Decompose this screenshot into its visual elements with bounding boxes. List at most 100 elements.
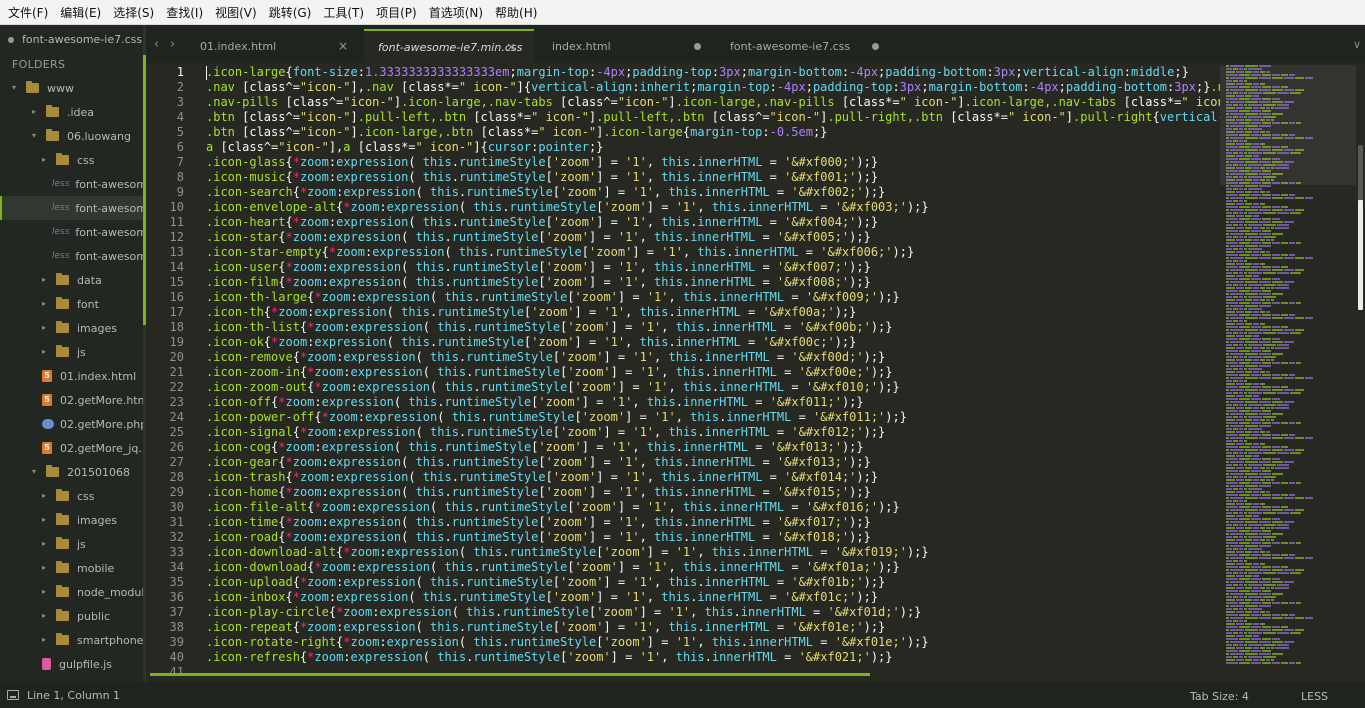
disclosure-arrow-icon[interactable]: ▸ [42,588,50,596]
folder-item[interactable]: ▸ js [0,340,146,364]
horizontal-scrollbar[interactable] [150,673,870,676]
disclosure-arrow-icon[interactable]: ▸ [42,540,50,548]
folder-item[interactable]: ▸ js [0,532,146,556]
minimap-line [1248,68,1262,70]
disclosure-arrow-icon[interactable]: ▸ [42,348,50,356]
tab-size-indicator[interactable]: Tab Size: 4 [1190,690,1249,703]
minimap-line [1253,503,1259,505]
menu-item[interactable]: 查找(I) [160,0,209,25]
disclosure-arrow-icon[interactable]: ▾ [32,468,40,476]
disclosure-arrow-icon[interactable]: ▸ [42,612,50,620]
folder-item[interactable]: ▸ smartphone [0,628,146,652]
minimap-line [1263,452,1276,454]
minimap-line [1226,491,1235,493]
chevron-down-icon[interactable]: ∨ [1353,38,1361,51]
folder-item[interactable]: ▸ mobile [0,556,146,580]
tab-font-awesome-ie7-css[interactable]: font-awesome-ie7.css [716,29,891,63]
close-icon[interactable]: × [338,39,348,53]
folder-item[interactable]: ▸ data [0,268,146,292]
chevron-right-icon[interactable]: › [170,37,175,52]
disclosure-arrow-icon[interactable]: ▸ [42,516,50,524]
minimap-line [1259,509,1271,511]
code-editor[interactable]: .icon-large{font-size:1.3333333333333333… [206,65,1220,673]
minimap-line [1226,245,1229,247]
file-item[interactable]: gulpfile.js [0,652,146,676]
file-item[interactable]: 5 01.index.html [0,364,146,388]
minimap-line [1226,314,1238,316]
folder-item[interactable]: ▸ images [0,508,146,532]
tab-01-index-html[interactable]: 01.index.html × [186,29,366,63]
minimap-line [1226,71,1235,73]
sidebar-scroll-thumb[interactable] [143,55,146,325]
menu-item[interactable]: 视图(V) [209,0,263,25]
folder-item[interactable]: ▾ 201501068 [0,460,146,484]
file-item[interactable]: less font-awesom [0,220,146,244]
folder-item[interactable]: ▸ public [0,604,146,628]
minimap-line [1245,605,1258,607]
folder-item[interactable]: ▾ www [0,76,146,100]
minimap-line [1262,254,1271,256]
tree-item-label: font [77,297,99,311]
scroll-thumb-highlight[interactable] [1358,200,1363,310]
minimap-line [1226,389,1229,391]
minimap-line [1245,347,1252,349]
disclosure-arrow-icon[interactable]: ▸ [32,108,40,116]
folder-item[interactable]: ▸ node_modules [0,580,146,604]
menu-item[interactable]: 文件(F) [2,0,54,25]
disclosure-arrow-icon[interactable]: ▾ [32,132,40,140]
file-item[interactable]: less font-awesom [0,172,146,196]
disclosure-arrow-icon[interactable]: ▸ [42,636,50,644]
minimap-line [1259,569,1271,571]
minimap-line [1226,155,1235,157]
minimap-line [1290,92,1301,94]
menu-item[interactable]: 编辑(E) [54,0,107,25]
minimap-line [1244,272,1247,274]
disclosure-arrow-icon[interactable]: ▸ [42,564,50,572]
menu-item[interactable]: 首选项(N) [423,0,489,25]
minimap-line [1248,152,1262,154]
tab-font-awesome-ie7-min-css[interactable]: font-awesome-ie7.min.css × [364,29,534,63]
file-item[interactable]: 02.getMore.php [0,412,146,436]
minimap-line [1245,227,1252,229]
sidebar-scrollbar[interactable] [143,25,146,682]
folder-item[interactable]: ▾ 06.luowang [0,124,146,148]
minimap-line [1277,524,1289,526]
code-line: .icon-play-circle{*zoom:expression( this… [206,605,922,619]
minimap[interactable] [1220,65,1356,673]
folder-item[interactable]: ▸ css [0,484,146,508]
menu-item[interactable]: 工具(T) [317,0,370,25]
close-icon[interactable]: × [506,40,516,54]
minimap-line [1296,362,1301,364]
folder-item[interactable]: ▸ .idea [0,100,146,124]
disclosure-arrow-icon[interactable]: ▸ [42,156,50,164]
menu-item[interactable]: 选择(S) [107,0,160,25]
minimap-line [1271,539,1274,541]
folder-item[interactable]: ▸ css [0,148,146,172]
file-item[interactable]: less font-awesom [0,244,146,268]
disclosure-arrow-icon[interactable]: ▾ [12,84,20,92]
minimap-line [1226,326,1238,328]
menu-item[interactable]: 帮助(H) [489,0,543,25]
menu-item[interactable]: 项目(P) [370,0,423,25]
disclosure-arrow-icon[interactable]: ▸ [42,300,50,308]
vertical-scrollbar[interactable] [1356,65,1365,673]
file-item[interactable]: 5 02.getMore.htm [0,388,146,412]
syntax-indicator[interactable]: LESS [1301,690,1328,703]
file-item[interactable]: less font-awesom [0,196,146,220]
disclosure-arrow-icon[interactable]: ▸ [42,324,50,332]
file-item[interactable]: 5 02.getMore_jq. [0,436,146,460]
disclosure-arrow-icon[interactable]: ▸ [42,276,50,284]
panel-toggle-icon[interactable] [7,690,19,700]
folder-item[interactable]: ▸ font [0,292,146,316]
minimap-line [1245,395,1252,397]
menu-item[interactable]: 跳转(G) [263,0,318,25]
minimap-line [1272,101,1283,103]
open-file-item[interactable]: font-awesome-ie7.css [0,25,146,54]
tab-index-html[interactable]: index.html [538,29,713,63]
folder-item[interactable]: ▸ images [0,316,146,340]
disclosure-arrow-icon[interactable]: ▸ [42,492,50,500]
minimap-line [1230,269,1244,271]
minimap-line [1226,428,1232,430]
chevron-left-icon[interactable]: ‹ [154,37,159,52]
minimap-line [1239,374,1250,376]
